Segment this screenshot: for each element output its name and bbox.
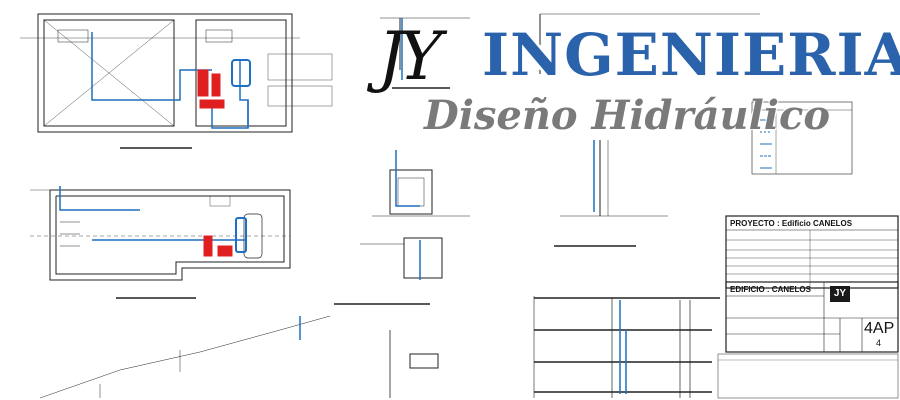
building-label: EDIFICIO : <box>730 285 770 294</box>
cad-sheet: JY INGENIERIA Diseño Hidráulico PROYECTO… <box>0 0 900 400</box>
company-logo: JY INGENIERIA Diseño Hidráulico <box>376 18 900 150</box>
sheet-total: 4 <box>876 338 882 348</box>
logo-title: INGENIERIA <box>482 21 900 89</box>
company-mark-icon: JY <box>830 286 850 302</box>
sheet-code: 4AP <box>864 320 895 337</box>
logo-monogram: JY <box>378 18 442 95</box>
project-name: Edificio CANELOS <box>781 219 853 228</box>
logo-subtitle: Diseño Hidráulico <box>424 92 830 139</box>
project-label: PROYECTO : <box>730 219 780 228</box>
title-block-building: EDIFICIO : CANELOS <box>730 285 811 294</box>
building-name: CANELOS <box>771 285 811 294</box>
title-block-project: PROYECTO : Edificio CANELOS <box>730 219 852 228</box>
